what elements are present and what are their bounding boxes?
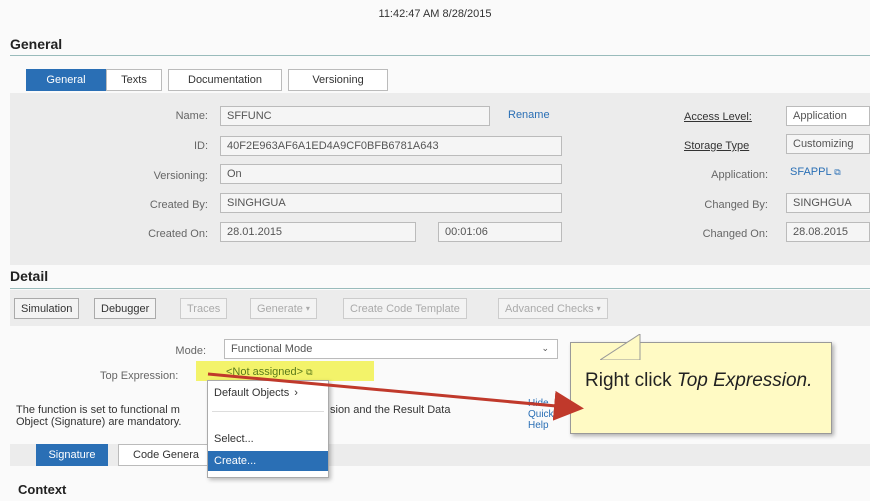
arrow-annotation bbox=[207, 372, 584, 421]
arrow-line bbox=[207, 372, 584, 421]
